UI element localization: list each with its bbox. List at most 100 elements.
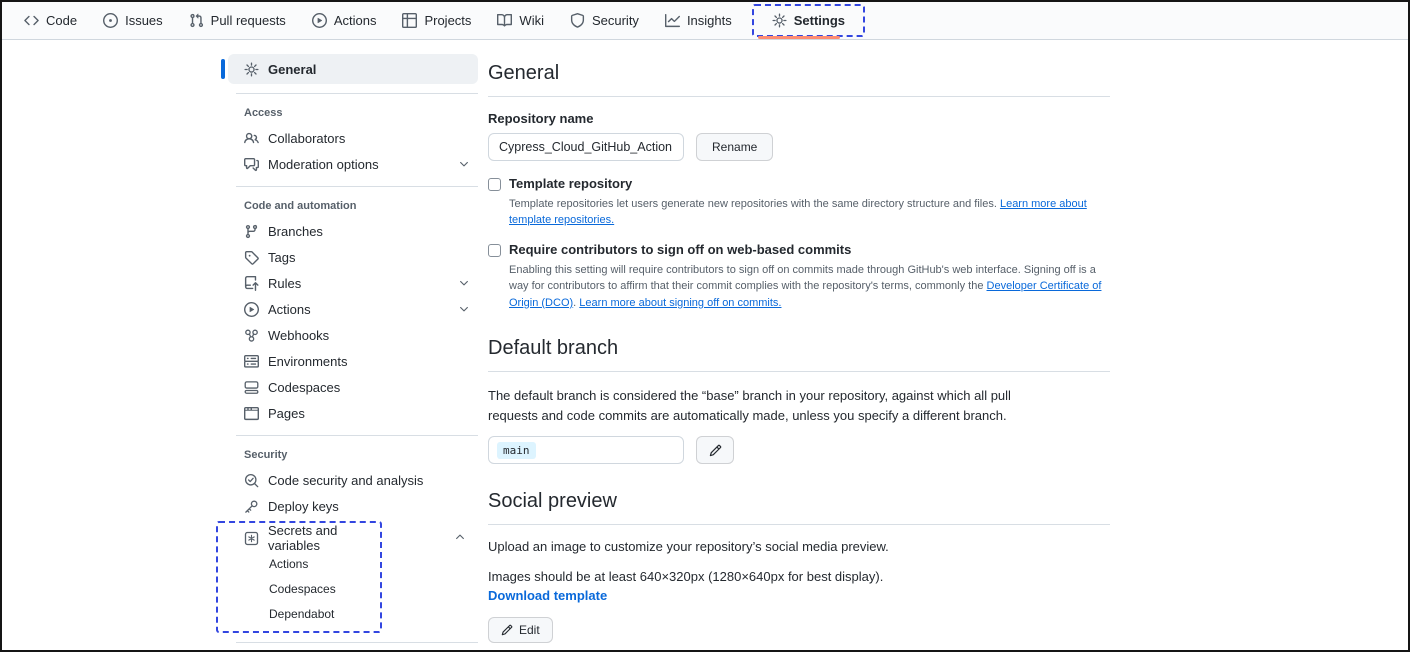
template-repository-setting: Template repository Template repositorie… bbox=[488, 176, 1110, 229]
settings-tab-annotation: Settings bbox=[752, 4, 865, 37]
default-branch-input[interactable]: main bbox=[488, 436, 684, 464]
gear-icon bbox=[772, 13, 787, 28]
sidebar-item-label: Codespaces bbox=[268, 380, 470, 395]
signoff-text: Require contributors to sign off on web-… bbox=[509, 242, 1109, 311]
sidebar-item-actions[interactable]: Actions bbox=[228, 296, 478, 322]
template-repository-checkbox[interactable] bbox=[488, 178, 501, 191]
social-preview-description: Upload an image to customize your reposi… bbox=[488, 537, 1048, 557]
sidebar-divider bbox=[236, 186, 478, 187]
sidebar-divider bbox=[236, 435, 478, 436]
edit-branch-button[interactable] bbox=[696, 436, 734, 464]
pencil-icon bbox=[501, 624, 513, 636]
sidebar-item-branches[interactable]: Branches bbox=[228, 218, 478, 244]
book-icon bbox=[497, 13, 512, 28]
active-tab-underline bbox=[758, 36, 840, 39]
rename-button[interactable]: Rename bbox=[696, 133, 773, 161]
repository-name-label: Repository name bbox=[488, 111, 1110, 126]
pull-request-icon bbox=[189, 13, 204, 28]
nav-tab-label: Insights bbox=[687, 13, 732, 28]
sidebar-subitem-actions[interactable]: Actions bbox=[228, 551, 380, 576]
template-repository-label: Template repository bbox=[509, 176, 1109, 193]
nav-tab-label: Pull requests bbox=[211, 13, 286, 28]
download-template-link[interactable]: Download template bbox=[488, 588, 607, 603]
play-icon bbox=[312, 13, 327, 28]
signoff-label: Require contributors to sign off on web-… bbox=[509, 242, 1109, 259]
screenshot-frame: Code Issues Pull requests Actions Projec… bbox=[0, 0, 1410, 652]
nav-tab-actions[interactable]: Actions bbox=[304, 7, 385, 34]
browser-icon bbox=[244, 406, 259, 421]
graph-icon bbox=[665, 13, 680, 28]
sidebar-item-environments[interactable]: Environments bbox=[228, 348, 478, 374]
codescan-icon bbox=[244, 473, 259, 488]
sidebar-item-codespaces[interactable]: Codespaces bbox=[228, 374, 478, 400]
inline-link[interactable]: Learn more about signing off on commits. bbox=[579, 297, 781, 309]
default-branch-title: Default branch bbox=[488, 335, 1110, 372]
sidebar-item-label: Collaborators bbox=[268, 131, 470, 146]
sidebar-item-moderation-options[interactable]: Moderation options bbox=[228, 151, 478, 177]
edit-social-preview-button[interactable]: Edit bbox=[488, 617, 553, 643]
sidebar-item-secrets-and-variables[interactable]: Secrets and variables bbox=[228, 525, 380, 551]
sidebar-item-collaborators[interactable]: Collaborators bbox=[228, 125, 478, 151]
sidebar-subitem-label: Actions bbox=[269, 557, 308, 571]
nav-tab-security[interactable]: Security bbox=[562, 7, 647, 34]
sidebar-item-rules[interactable]: Rules bbox=[228, 270, 478, 296]
sidebar-item-label: Actions bbox=[268, 302, 449, 317]
sidebar-item-label: Secrets and variables bbox=[268, 523, 372, 553]
nav-tab-code[interactable]: Code bbox=[16, 7, 85, 34]
sidebar-item-webhooks[interactable]: Webhooks bbox=[228, 322, 478, 348]
repo-nav: Code Issues Pull requests Actions Projec… bbox=[2, 2, 1408, 40]
signoff-setting: Require contributors to sign off on web-… bbox=[488, 242, 1110, 311]
sidebar-item-label: General bbox=[268, 62, 470, 77]
chevron-up-icon bbox=[454, 531, 466, 543]
asterisk-box-icon bbox=[244, 531, 259, 546]
sidebar-divider bbox=[236, 93, 478, 94]
general-title: General bbox=[488, 60, 1110, 97]
key-icon bbox=[244, 499, 259, 514]
sidebar-item-label: Branches bbox=[268, 224, 470, 239]
git-branch-icon bbox=[244, 224, 259, 239]
social-preview-title: Social preview bbox=[488, 488, 1110, 525]
shield-icon bbox=[570, 13, 585, 28]
signoff-checkbox[interactable] bbox=[488, 244, 501, 257]
nav-tab-label: Security bbox=[592, 13, 639, 28]
default-branch-section: Default branch The default branch is con… bbox=[488, 335, 1110, 464]
repo-push-icon bbox=[244, 276, 259, 291]
sidebar-divider bbox=[236, 642, 478, 643]
settings-sidebar: General Access Collaborators Moderation … bbox=[228, 54, 478, 652]
sidebar-subitem-label: Dependabot bbox=[269, 607, 334, 621]
sidebar-item-label: Environments bbox=[268, 354, 470, 369]
sidebar-item-pages[interactable]: Pages bbox=[228, 400, 478, 426]
repository-name-input[interactable] bbox=[488, 133, 684, 161]
social-preview-size-hint: Images should be at least 640×320px (128… bbox=[488, 567, 1048, 587]
nav-tab-settings[interactable]: Settings bbox=[764, 7, 853, 34]
sidebar-item-tags[interactable]: Tags bbox=[228, 244, 478, 270]
signoff-note: Enabling this setting will require contr… bbox=[509, 262, 1109, 312]
chevron-down-icon bbox=[458, 158, 470, 170]
sidebar-item-label: Webhooks bbox=[268, 328, 470, 343]
tag-icon bbox=[244, 250, 259, 265]
nav-tab-issues[interactable]: Issues bbox=[95, 7, 171, 34]
template-repository-text: Template repository Template repositorie… bbox=[509, 176, 1109, 229]
sidebar-section-code-and-automation: Code and automation bbox=[228, 196, 478, 218]
sidebar-item-label: Tags bbox=[268, 250, 470, 265]
nav-tab-label: Wiki bbox=[519, 13, 544, 28]
general-section: General Repository name Rename Template … bbox=[488, 60, 1110, 311]
secrets-and-variables-annotation: Secrets and variables Actions Codespaces… bbox=[216, 521, 382, 633]
nav-tab-wiki[interactable]: Wiki bbox=[489, 7, 552, 34]
template-repository-note: Template repositories let users generate… bbox=[509, 196, 1109, 229]
nav-tab-pull-requests[interactable]: Pull requests bbox=[181, 7, 294, 34]
nav-tab-projects[interactable]: Projects bbox=[394, 7, 479, 34]
nav-tab-insights[interactable]: Insights bbox=[657, 7, 740, 34]
nav-tab-label: Settings bbox=[794, 13, 845, 28]
webhook-icon bbox=[244, 328, 259, 343]
sidebar-subitem-dependabot[interactable]: Dependabot bbox=[228, 601, 380, 626]
sidebar-section-security: Security bbox=[228, 445, 478, 467]
sidebar-item-label: Code security and analysis bbox=[268, 473, 470, 488]
sidebar-subitem-codespaces[interactable]: Codespaces bbox=[228, 576, 380, 601]
issue-opened-icon bbox=[103, 13, 118, 28]
sidebar-item-deploy-keys[interactable]: Deploy keys bbox=[228, 493, 478, 519]
sidebar-item-code-security-and-analysis[interactable]: Code security and analysis bbox=[228, 467, 478, 493]
table-icon bbox=[402, 13, 417, 28]
sidebar-item-general[interactable]: General bbox=[228, 54, 478, 84]
edit-button-label: Edit bbox=[519, 623, 540, 637]
